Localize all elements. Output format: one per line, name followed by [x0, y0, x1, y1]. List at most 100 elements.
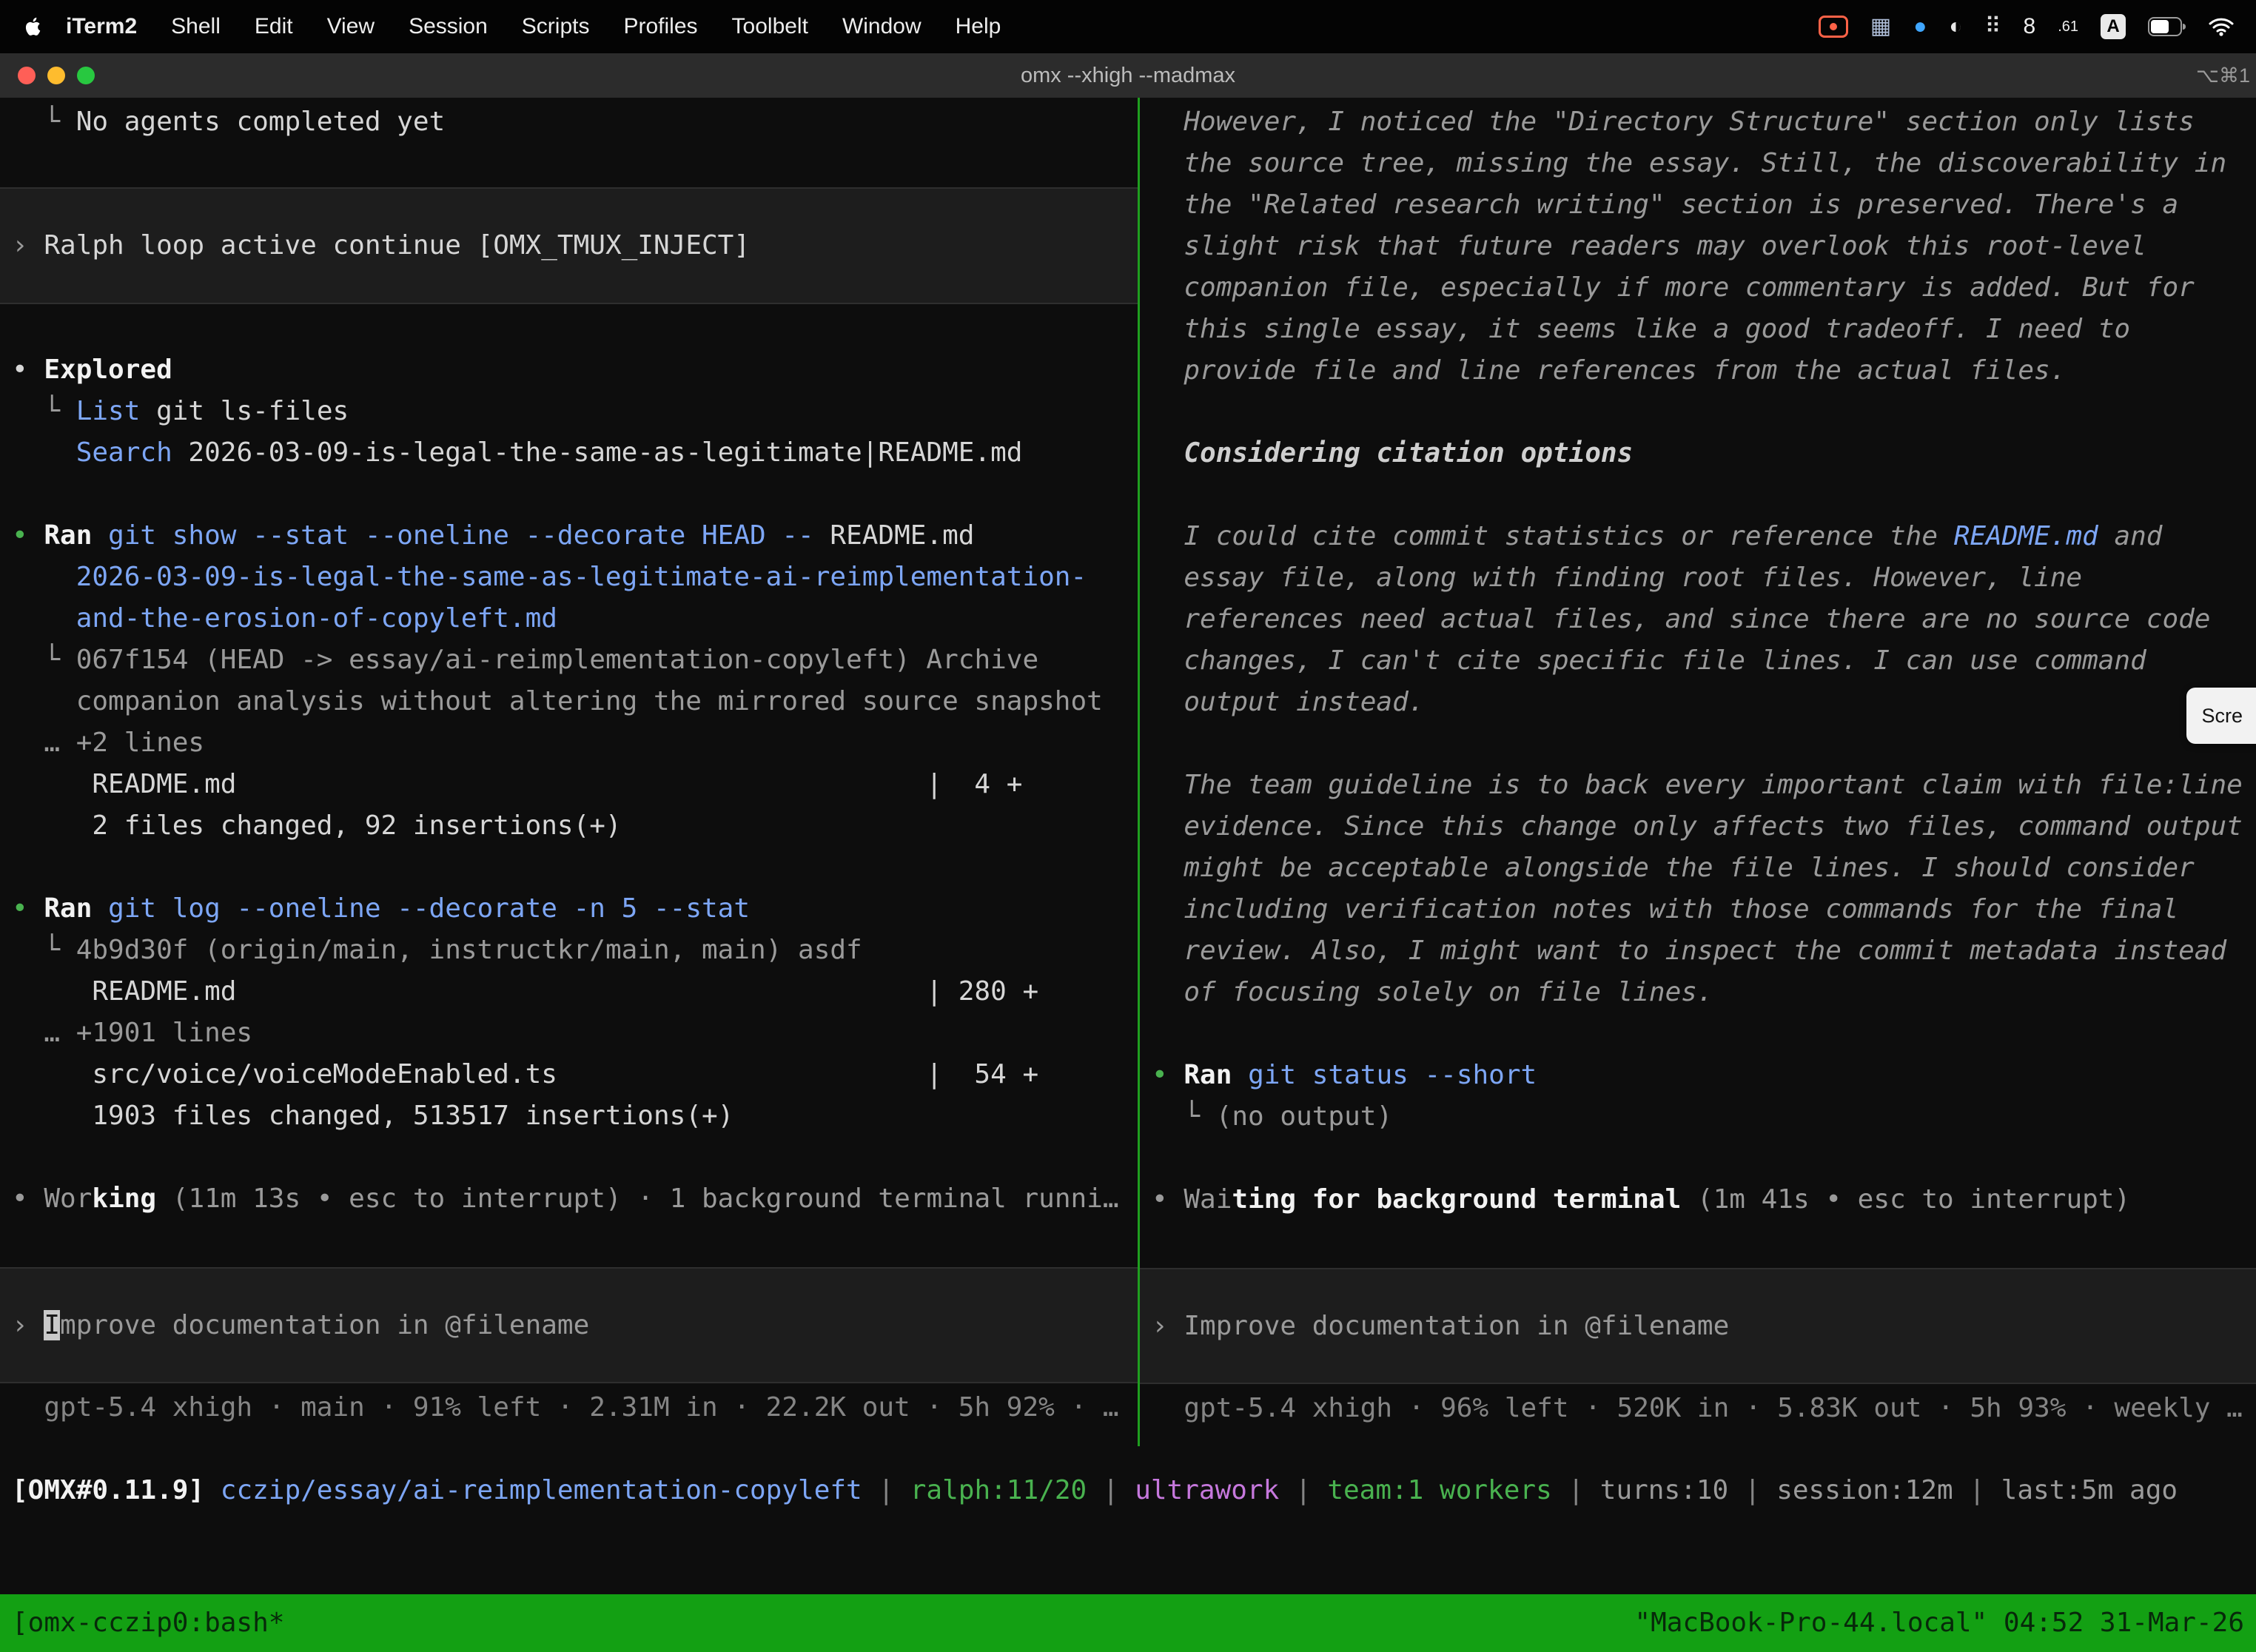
- zoom-button[interactable]: [77, 67, 95, 84]
- tmux-status-bar: [omx-cczip0:bash* "MacBook-Pro-44.local"…: [0, 1594, 2256, 1652]
- text-cursor: I: [44, 1310, 60, 1340]
- battery-percent-label[interactable]: .61: [2058, 6, 2078, 47]
- input-source-icon[interactable]: A: [2101, 14, 2126, 39]
- text-segment: companion analysis without altering the …: [12, 686, 1103, 716]
- statusline-segment: |: [1953, 1475, 2001, 1505]
- text-segment: •: [12, 355, 44, 385]
- menu-item-scripts[interactable]: Scripts: [505, 6, 607, 47]
- dots-grid-icon[interactable]: ⠿: [1985, 6, 2001, 47]
- window-titlebar[interactable]: omx --xhigh --madmax ⌥⌘1: [0, 53, 2256, 98]
- terminal-line: 2026-03-09-is-legal-the-same-as-legitima…: [0, 557, 1138, 598]
- text-segment: 2 files changed, 92 insertions(+): [12, 810, 622, 841]
- menu-item-help[interactable]: Help: [939, 6, 1018, 47]
- prompt-input[interactable]: › Improve documentation in @filename: [0, 1267, 1138, 1383]
- battery-icon[interactable]: [2148, 17, 2186, 36]
- menu-item-session[interactable]: Session: [392, 6, 505, 47]
- menu-item-shell[interactable]: Shell: [154, 6, 238, 47]
- wifi-icon[interactable]: [2209, 17, 2234, 36]
- terminal-line: slight risk that future readers may over…: [1140, 226, 2256, 267]
- text-segment: changes, I can't cite specific file line…: [1152, 645, 2146, 676]
- statusline-segment: |: [1728, 1475, 1776, 1505]
- gauge-8-icon[interactable]: 8: [2024, 6, 2036, 47]
- text-segment: might be acceptable alongside the file l…: [1152, 853, 2195, 883]
- text-segment: companion file, especially if more comme…: [1152, 272, 2195, 303]
- text-segment: [1152, 438, 1184, 469]
- text-segment: └: [12, 645, 76, 675]
- text-segment: ›: [12, 1310, 44, 1340]
- text-segment: README.md: [830, 520, 974, 551]
- keyboard-grid-icon[interactable]: ▦: [1870, 6, 1891, 47]
- text-segment: The team guideline is to back every impo…: [1152, 770, 2243, 800]
- statusline-segment: [OMX#0.11.9]: [12, 1475, 221, 1505]
- screen-share-overlay-button[interactable]: Scre: [2186, 688, 2256, 744]
- contrast-app-icon[interactable]: ◐: [1949, 6, 1962, 47]
- text-segment: Ran: [44, 893, 92, 924]
- statusline-segment: |: [862, 1475, 910, 1505]
- text-segment: ›: [1152, 1311, 1184, 1341]
- text-segment: 1903 files changed, 513517 insertions(+): [12, 1101, 733, 1131]
- pane-left: └ No agents completed yet› Ralph loop ac…: [0, 98, 1138, 1446]
- terminal-line: review. Also, I might want to inspect th…: [1140, 930, 2256, 972]
- menu-item-profiles[interactable]: Profiles: [606, 6, 714, 47]
- menubar-status-icons: ▦ ● ◐ ⠿ 8 .61 A: [1819, 6, 2234, 47]
- reasoning-heading: Considering citation options: [1140, 433, 2256, 474]
- text-segment: Ran: [1184, 1060, 1232, 1090]
- terminal-line: └ 067f154 (HEAD -> essay/ai-reimplementa…: [0, 639, 1138, 681]
- statusline-segment: team:1 workers: [1327, 1475, 1551, 1505]
- text-segment: •: [12, 1183, 44, 1214]
- menu-item-view[interactable]: View: [310, 6, 392, 47]
- text-segment: Ran: [44, 520, 92, 551]
- terminal[interactable]: └ No agents completed yet› Ralph loop ac…: [0, 98, 2256, 1594]
- text-segment: … +1901 lines: [12, 1018, 252, 1048]
- text-segment: •: [12, 520, 44, 551]
- terminal-line: 2 files changed, 92 insertions(+): [0, 805, 1138, 847]
- menu-item-toolbelt[interactable]: Toolbelt: [715, 6, 825, 47]
- text-segment: review. Also, I might want to inspect th…: [1152, 936, 2226, 966]
- text-segment: slight risk that future readers may over…: [1152, 231, 2146, 261]
- text-segment: 2026-03-09-is-legal-the-same-as-legitima…: [12, 562, 1087, 592]
- menu-item-edit[interactable]: Edit: [238, 6, 310, 47]
- terminal-line: the source tree, missing the essay. Stil…: [1140, 143, 2256, 184]
- text-segment: I could cite commit statistics or refere…: [1152, 521, 1954, 551]
- terminal-line: provide file and line references from th…: [1140, 350, 2256, 392]
- menubar: iTerm2ShellEditViewSessionScriptsProfile…: [0, 0, 2256, 53]
- text-segment: including verification notes with those …: [1152, 894, 2178, 924]
- text-segment: However, I noticed the "Directory Struct…: [1152, 107, 2195, 137]
- terminal-line: companion analysis without altering the …: [0, 681, 1138, 722]
- text-segment: and-the-erosion-of-copyleft.md: [12, 603, 557, 634]
- text-segment: Explored: [44, 355, 172, 385]
- close-button[interactable]: [18, 67, 36, 84]
- water-drop-icon[interactable]: ●: [1913, 6, 1927, 47]
- text-segment: this single essay, it seems like a good …: [1152, 314, 2130, 344]
- screen-recording-indicator[interactable]: [1819, 16, 1848, 38]
- statusline-segment: ultrawork: [1135, 1475, 1279, 1505]
- text-segment: •: [12, 893, 44, 924]
- terminal-line: changes, I can't cite specific file line…: [1140, 640, 2256, 682]
- text-segment: of focusing solely on file lines.: [1152, 977, 1713, 1007]
- apple-menu-icon[interactable]: [22, 16, 41, 38]
- minimize-button[interactable]: [47, 67, 65, 84]
- text-segment: README.md | 4 +: [12, 769, 1022, 799]
- prompt-input[interactable]: › Improve documentation in @filename: [1140, 1268, 2256, 1384]
- tmux-host-clock-label: "MacBook-Pro-44.local" 04:52 31-Mar-26: [1634, 1602, 2244, 1644]
- text-segment: references need actual files, and since …: [1152, 604, 2210, 634]
- text-segment: Wor: [44, 1183, 92, 1214]
- statusline-segment: |: [1087, 1475, 1135, 1505]
- menu-items: iTerm2ShellEditViewSessionScriptsProfile…: [49, 6, 1018, 47]
- statusline-segment: ralph:11/20: [910, 1475, 1087, 1505]
- terminal-line: Search 2026-03-09-is-legal-the-same-as-l…: [0, 432, 1138, 474]
- text-segment: provide file and line references from th…: [1152, 355, 2066, 386]
- terminal-line: I could cite commit statistics or refere…: [1140, 516, 2256, 557]
- text-segment: └: [12, 107, 76, 137]
- terminal-line: └ 4b9d30f (origin/main, instructkr/main,…: [0, 930, 1138, 971]
- terminal-line: └ No agents completed yet: [0, 101, 1138, 143]
- text-segment: ›: [12, 230, 44, 261]
- terminal-line: this single essay, it seems like a good …: [1140, 309, 2256, 350]
- menu-item-window[interactable]: Window: [825, 6, 939, 47]
- terminal-line: the "Related research writing" section i…: [1140, 184, 2256, 226]
- terminal-line: and-the-erosion-of-copyleft.md: [0, 598, 1138, 639]
- text-segment: (11m 13s • esc to interrupt) · 1 backgro…: [156, 1183, 1118, 1214]
- menu-item-iterm2[interactable]: iTerm2: [49, 6, 154, 47]
- text-segment: ting for background terminal: [1232, 1184, 1681, 1215]
- terminal-line: └ (no output): [1140, 1096, 2256, 1138]
